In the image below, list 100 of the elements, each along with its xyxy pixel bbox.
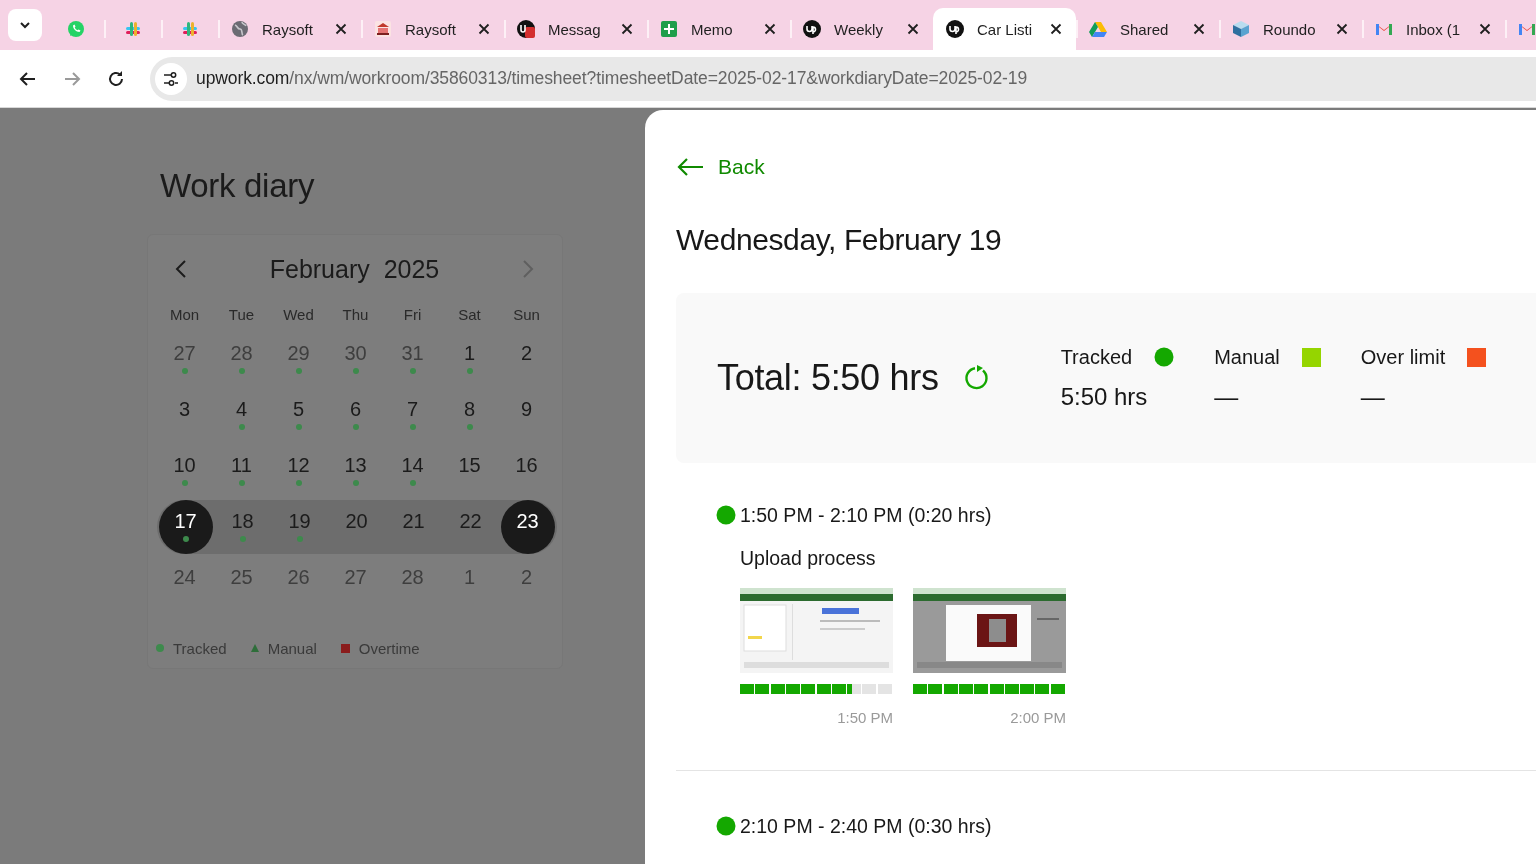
calendar-day[interactable]: 17 (158, 500, 213, 554)
calendar-day[interactable]: 10 (157, 444, 212, 498)
status-dot-icon (716, 816, 736, 836)
badge-icon (516, 19, 536, 39)
screenshot-time: 2:00 PM (1010, 709, 1066, 726)
memo-text: Upload process (740, 547, 876, 571)
month-title: February 2025 (269, 254, 440, 284)
legend-label: Overtime (358, 639, 420, 657)
whatsapp-icon (65, 19, 86, 39)
calendar-day[interactable]: 9 (499, 388, 554, 442)
close-icon[interactable] (1191, 21, 1207, 37)
tab-title: Car Listi (977, 20, 1033, 38)
globe-icon (230, 19, 250, 39)
calendar-day[interactable]: 7 (385, 388, 440, 442)
url-text: upwork.com/nx/wm/workroom/35860313/timesheet?timesheetDate=2025-02-17&workdiaryDate=2025-02-19 (196, 68, 1028, 89)
back-arrow-icon (676, 157, 704, 177)
calendar-day[interactable]: 11 (214, 444, 269, 498)
tab-title: Memo (691, 20, 734, 38)
close-icon[interactable] (1477, 21, 1493, 37)
calendar-day[interactable]: 16 (499, 444, 554, 498)
tab-search-button[interactable] (8, 9, 42, 41)
browser-tab[interactable]: Inbox (1 (1362, 8, 1505, 50)
close-icon[interactable] (1334, 21, 1350, 37)
weekday-label: Tue (227, 305, 256, 325)
calendar-day[interactable]: 1 (442, 556, 497, 610)
tab-title: Messag (548, 20, 602, 38)
browser-tab[interactable]: Roundo (1219, 8, 1362, 50)
stat-value: — (1214, 382, 1240, 411)
stat-label: Over limit (1360, 345, 1446, 369)
browser-tab[interactable]: Car Listi (933, 8, 1076, 50)
close-icon[interactable] (619, 21, 635, 37)
calendar-day[interactable]: 27 (328, 556, 383, 610)
browser-tab[interactable]: Raysoft (361, 8, 504, 50)
close-icon[interactable] (476, 21, 492, 37)
status-dot-icon (716, 505, 736, 525)
browser-tab[interactable]: Weekly (790, 8, 933, 50)
calendar-day[interactable]: 25 (214, 556, 269, 610)
screenshot-time: 1:50 PM (837, 709, 893, 726)
spreadsheet-icon (659, 19, 679, 39)
calendar-day[interactable]: 4 (214, 388, 269, 442)
stat-label: Tracked (1060, 345, 1133, 369)
back-link[interactable]: Back (676, 154, 765, 180)
tab-title: Raysoft (405, 20, 457, 38)
calendar-day[interactable]: 15 (442, 444, 497, 498)
stat-value: 5:50 hrs (1060, 382, 1149, 411)
calendar-day[interactable]: 12 (271, 444, 326, 498)
calendar-day[interactable]: 19 (272, 500, 327, 554)
calendar-day[interactable]: 20 (329, 500, 384, 554)
calendar-day[interactable]: 28 (214, 332, 269, 386)
calendar-day[interactable]: 5 (271, 388, 326, 442)
calendar-day[interactable]: 27 (157, 332, 212, 386)
tab-title: Shared (1120, 20, 1170, 38)
calendar-day[interactable]: 3 (157, 388, 212, 442)
calendar-day[interactable]: 2 (499, 556, 554, 610)
day-heading: Wednesday, February 19 (676, 222, 1003, 258)
calendar-day[interactable]: 8 (442, 388, 497, 442)
close-icon[interactable] (333, 21, 349, 37)
weekday-label: Sun (512, 305, 541, 325)
calendar-day[interactable]: 14 (385, 444, 440, 498)
calendar-day[interactable]: 2 (499, 332, 554, 386)
calendar-day[interactable]: 23 (500, 500, 555, 554)
calendar-day[interactable]: 28 (385, 556, 440, 610)
calendar-day[interactable]: 13 (328, 444, 383, 498)
cube-icon (1231, 19, 1251, 39)
tab-title: Raysoft (262, 20, 314, 38)
close-icon[interactable] (905, 21, 921, 37)
browser-tab[interactable]: Shared (1076, 8, 1219, 50)
address-bar[interactable]: upwork.com/nx/wm/workroom/35860313/timesheet?timesheetDate=2025-02-17&workdiaryDate=2025-02-19 (150, 56, 1536, 101)
weekday-label: Sat (457, 305, 482, 325)
building-icon (373, 19, 393, 39)
stat-value: — (1360, 382, 1386, 411)
sliders-icon (163, 70, 179, 87)
calendar-day[interactable]: 26 (271, 556, 326, 610)
close-icon[interactable] (1048, 21, 1064, 37)
calendar-day[interactable]: 31 (385, 332, 440, 386)
logo-icon (945, 19, 965, 39)
browser-tab[interactable]: Raysoft (218, 8, 361, 50)
tab-title: Weekly (834, 20, 884, 38)
calendar-day[interactable]: 6 (328, 388, 383, 442)
stat-label: Manual (1214, 345, 1280, 369)
calendar-day[interactable]: 1 (442, 332, 497, 386)
refresh-icon[interactable] (962, 364, 991, 392)
calendar-day[interactable]: 22 (443, 500, 498, 554)
calendar-day[interactable]: 30 (328, 332, 383, 386)
browser-tab[interactable]: Messag (504, 8, 647, 50)
close-icon[interactable] (762, 21, 778, 37)
calendar-day[interactable]: 29 (271, 332, 326, 386)
weekday-label: Thu (341, 305, 370, 325)
site-settings-button[interactable] (155, 62, 187, 95)
legend-label: Tracked (173, 639, 227, 657)
total-hours: Total: 5:50 hrs (717, 357, 939, 399)
browser-tab[interactable]: Memo (647, 8, 790, 50)
calendar-day[interactable]: 18 (215, 500, 270, 554)
weekday-label: Wed (282, 305, 315, 325)
time-range: 1:50 PM - 2:10 PM (0:20 hrs) (740, 503, 992, 527)
page-title: Work diary (160, 166, 315, 206)
triangle-icon (1088, 19, 1108, 39)
tab-title: Inbox (1 (1406, 20, 1462, 38)
calendar-day[interactable]: 24 (157, 556, 212, 610)
calendar-day[interactable]: 21 (386, 500, 441, 554)
